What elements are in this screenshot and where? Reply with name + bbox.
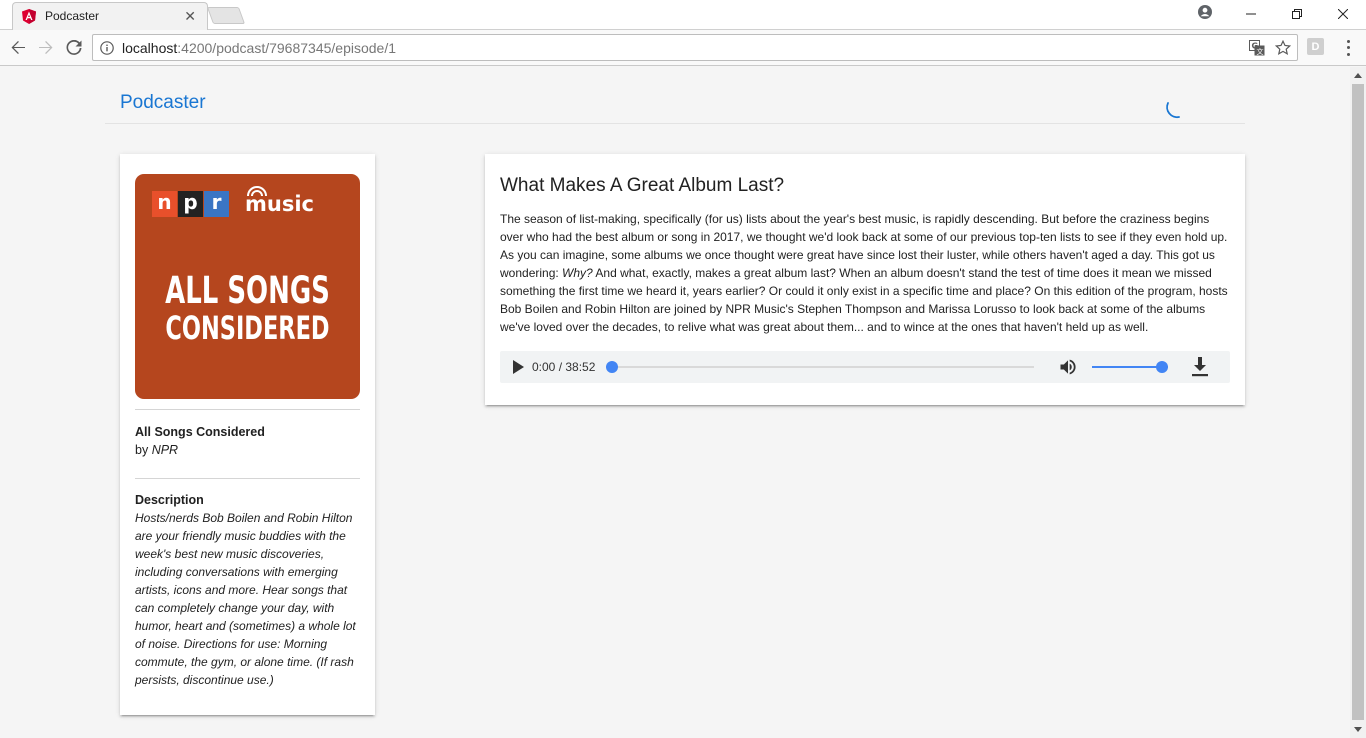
new-tab-button[interactable] <box>206 7 246 24</box>
podcast-name[interactable]: All Songs Considered <box>135 423 360 441</box>
svg-text:文: 文 <box>1257 47 1264 56</box>
play-icon <box>513 360 524 374</box>
volume-icon <box>1060 359 1076 375</box>
window-controls <box>1182 0 1366 28</box>
scroll-up-icon[interactable] <box>1354 73 1362 78</box>
divider <box>135 409 360 410</box>
reload-icon <box>66 40 82 55</box>
description-label: Description <box>135 493 204 507</box>
episode-desc-text: And what, exactly, makes a great album l… <box>500 266 1228 334</box>
page-scrollbar[interactable] <box>1350 67 1366 738</box>
author-name: NPR <box>151 443 179 457</box>
episode-desc-emphasis: Why? <box>562 266 593 280</box>
music-wordmark: music <box>245 192 314 216</box>
npr-letter-n: n <box>152 191 177 217</box>
address-bar[interactable]: localhost:4200/podcast/79687345/episode/… <box>92 34 1298 61</box>
npr-letter-r: r <box>204 191 229 217</box>
page-viewport: Podcaster n p r music ALL SONGS CONSIDER… <box>0 67 1350 738</box>
url-text[interactable]: localhost:4200/podcast/79687345/episode/… <box>122 40 1249 56</box>
app-header: Podcaster <box>105 67 1245 124</box>
scroll-down-icon[interactable] <box>1354 727 1362 732</box>
podcast-description: Hosts/nerds Bob Boilen and Robin Hilton … <box>135 511 356 687</box>
app-brand-link[interactable]: Podcaster <box>120 92 206 114</box>
seek-handle[interactable] <box>606 361 618 373</box>
account-icon[interactable] <box>1182 4 1228 24</box>
close-window-button[interactable] <box>1320 0 1366 28</box>
artwork-title-line2: CONSIDERED <box>165 309 330 347</box>
translate-icon[interactable]: G 文 <box>1249 39 1265 56</box>
audio-player: 0:00 / 38:52 <box>500 351 1230 383</box>
episode-card: What Makes A Great Album Last? The seaso… <box>485 154 1245 405</box>
play-button[interactable] <box>510 359 526 375</box>
bookmark-star-icon[interactable] <box>1275 39 1291 56</box>
arrow-right-icon <box>39 41 53 54</box>
download-button[interactable] <box>1188 355 1212 379</box>
download-icon <box>1192 357 1208 377</box>
arrow-left-icon <box>11 41 25 54</box>
reload-button[interactable] <box>62 36 86 60</box>
playback-time: 0:00 / 38:52 <box>532 360 596 374</box>
browser-menu-icon[interactable] <box>1340 38 1356 58</box>
podcast-artwork[interactable]: n p r music ALL SONGS CONSIDERED <box>135 174 360 399</box>
info-icon[interactable] <box>100 40 114 55</box>
episode-description: The season of list-making, specifically … <box>500 210 1230 336</box>
browser-tab-content[interactable]: Podcaster ✕ <box>22 2 208 30</box>
url-path: :4200/podcast/79687345/episode/1 <box>177 39 397 56</box>
volume-slider[interactable] <box>1092 359 1168 375</box>
tab-title: Podcaster <box>45 9 100 23</box>
divider <box>135 478 360 479</box>
minimize-button[interactable] <box>1228 0 1274 28</box>
artwork-title-line1: ALL SONGS <box>165 269 330 312</box>
npr-logo: n p r <box>152 191 230 217</box>
mute-button[interactable] <box>1056 355 1080 379</box>
extension-icon[interactable]: D <box>1307 38 1324 55</box>
by-label: by <box>135 443 149 457</box>
close-tab-icon[interactable]: ✕ <box>184 8 196 25</box>
browser-tabstrip: Podcaster ✕ <box>0 0 1366 30</box>
forward-button[interactable] <box>34 36 58 60</box>
episode-title: What Makes A Great Album Last? <box>500 175 785 196</box>
npr-letter-p: p <box>178 191 203 217</box>
seek-track <box>606 366 1034 368</box>
loading-spinner-icon <box>1166 102 1180 119</box>
restore-button[interactable] <box>1274 0 1320 28</box>
volume-handle[interactable] <box>1156 361 1168 373</box>
angular-icon <box>22 8 36 24</box>
seek-slider[interactable] <box>606 359 1034 375</box>
podcast-card: n p r music ALL SONGS CONSIDERED All Son… <box>120 154 375 715</box>
scroll-thumb[interactable] <box>1352 84 1364 720</box>
podcast-author: by NPR <box>135 441 360 459</box>
url-host: localhost <box>122 39 178 56</box>
browser-toolbar: localhost:4200/podcast/79687345/episode/… <box>0 30 1366 66</box>
back-button[interactable] <box>6 36 30 60</box>
